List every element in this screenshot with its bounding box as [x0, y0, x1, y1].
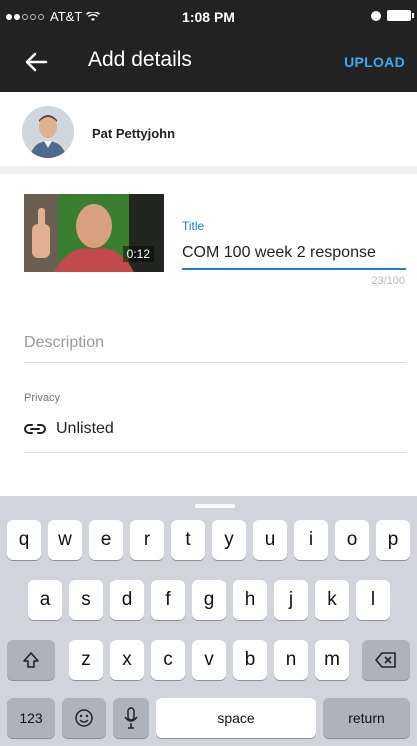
space-key[interactable]: space — [156, 698, 316, 738]
key-g[interactable]: g — [192, 580, 226, 620]
alarm-icon — [371, 10, 381, 21]
key-k[interactable]: k — [315, 580, 349, 620]
emoji-icon — [75, 709, 93, 727]
privacy-value: Unlisted — [56, 420, 114, 437]
video-duration: 0:12 — [122, 246, 154, 262]
key-e[interactable]: e — [89, 520, 123, 560]
on-screen-keyboard: q w e r t y u i o p a s d f g h j k l z … — [0, 496, 417, 746]
video-thumbnail[interactable]: 0:12 — [24, 194, 164, 272]
title-input[interactable]: COM 100 week 2 response — [182, 244, 376, 262]
key-m[interactable]: m — [315, 640, 349, 680]
upload-button[interactable]: UPLOAD — [344, 54, 405, 70]
privacy-label: Privacy — [24, 392, 61, 404]
key-a[interactable]: a — [28, 580, 62, 620]
backspace-icon — [375, 652, 396, 668]
dictation-key[interactable] — [113, 698, 149, 738]
key-u[interactable]: u — [253, 520, 287, 560]
battery-icon — [387, 10, 414, 21]
title-character-counter: 23/100 — [371, 275, 405, 287]
key-o[interactable]: o — [335, 520, 369, 560]
link-icon — [24, 424, 46, 434]
owner-name: Pat Pettyjohn — [92, 126, 176, 141]
return-key[interactable]: return — [323, 698, 410, 738]
title-label: Title — [182, 219, 205, 233]
key-s[interactable]: s — [69, 580, 103, 620]
key-p[interactable]: p — [376, 520, 410, 560]
privacy-selector[interactable]: Unlisted — [24, 420, 114, 438]
key-c[interactable]: c — [151, 640, 185, 680]
backspace-key[interactable] — [362, 640, 410, 680]
description-underline — [24, 362, 406, 363]
emoji-key[interactable] — [62, 698, 106, 738]
key-y[interactable]: y — [212, 520, 246, 560]
key-w[interactable]: w — [48, 520, 82, 560]
key-i[interactable]: i — [294, 520, 328, 560]
details-form: 0:12 Title COM 100 week 2 response 23/10… — [0, 182, 417, 492]
key-b[interactable]: b — [233, 640, 267, 680]
avatar — [22, 106, 74, 158]
keyboard-handle — [195, 504, 235, 508]
key-l[interactable]: l — [356, 580, 390, 620]
key-t[interactable]: t — [171, 520, 205, 560]
key-z[interactable]: z — [69, 640, 103, 680]
shift-key[interactable] — [7, 640, 55, 680]
numbers-key[interactable]: 123 — [7, 698, 55, 738]
shift-icon — [23, 652, 39, 668]
key-v[interactable]: v — [192, 640, 226, 680]
microphone-icon — [124, 707, 138, 729]
key-f[interactable]: f — [151, 580, 185, 620]
key-j[interactable]: j — [274, 580, 308, 620]
page-title: Add details — [88, 48, 192, 71]
back-arrow-icon[interactable] — [22, 48, 50, 76]
status-bar: AT&T 1:08 PM — [0, 0, 417, 34]
key-r[interactable]: r — [130, 520, 164, 560]
status-right — [371, 10, 414, 21]
key-q[interactable]: q — [7, 520, 41, 560]
key-n[interactable]: n — [274, 640, 308, 680]
status-time: 1:08 PM — [182, 9, 235, 25]
key-x[interactable]: x — [110, 640, 144, 680]
description-input[interactable]: Description — [24, 334, 104, 352]
key-d[interactable]: d — [110, 580, 144, 620]
channel-owner-row: Pat Pettyjohn — [0, 92, 417, 174]
key-h[interactable]: h — [233, 580, 267, 620]
title-underline — [182, 268, 406, 270]
privacy-underline — [24, 452, 406, 453]
